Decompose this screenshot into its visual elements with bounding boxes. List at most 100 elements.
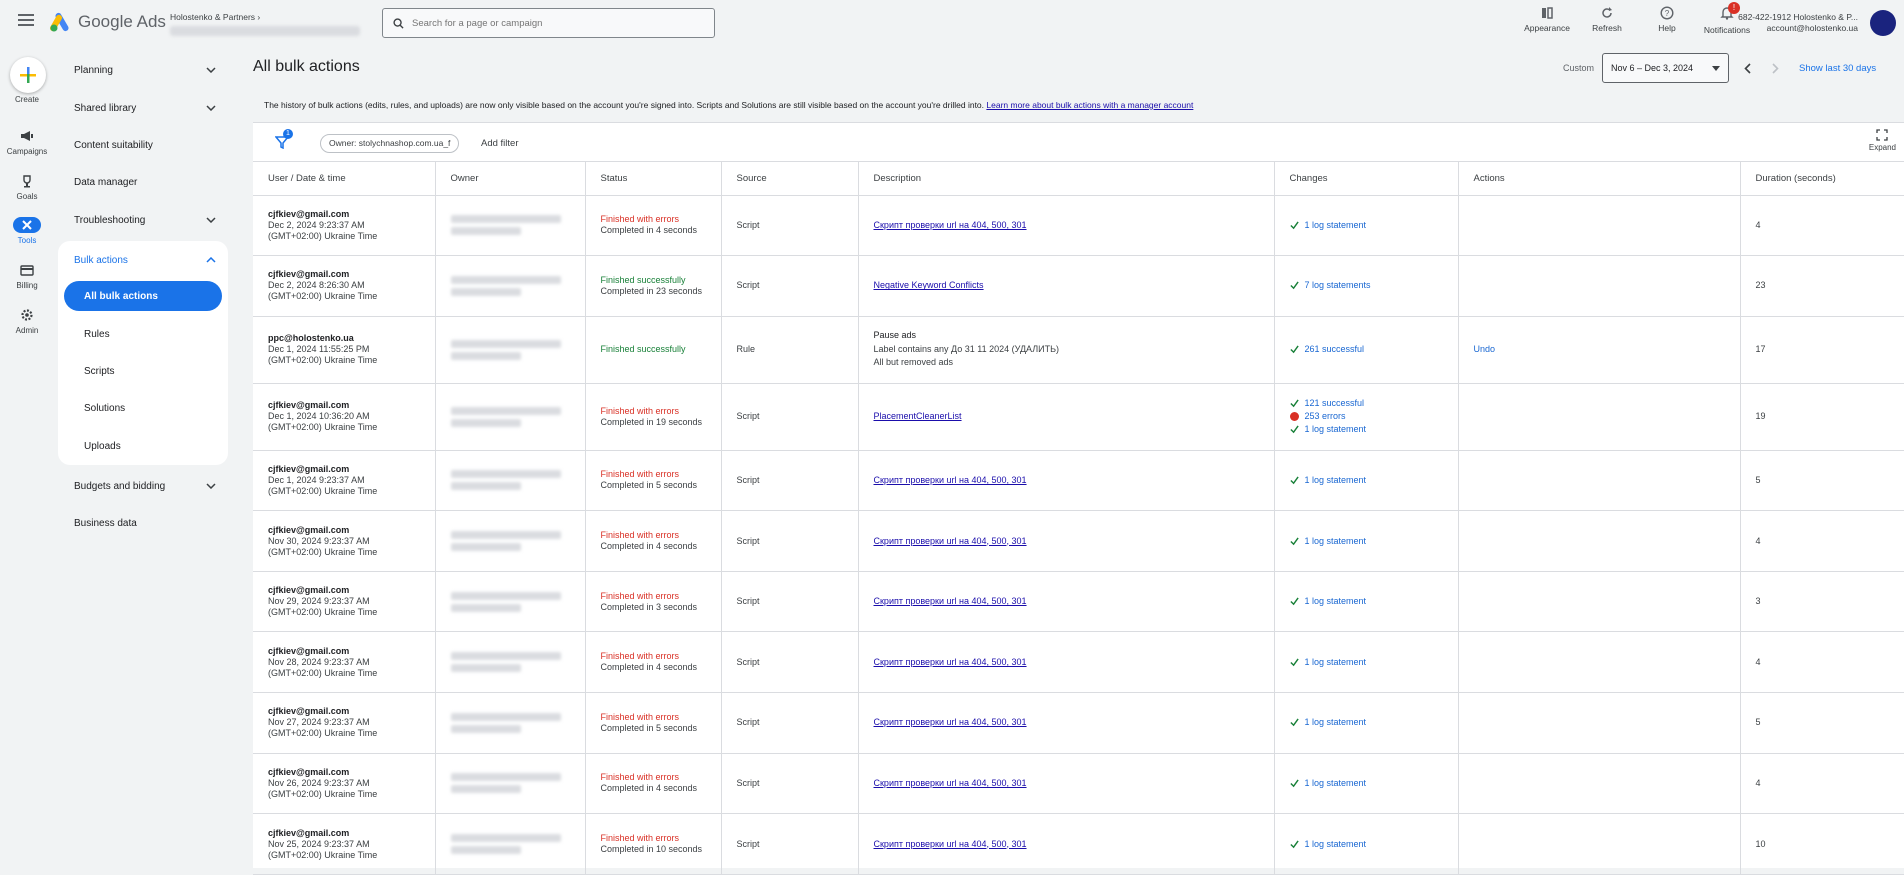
refresh-label: Refresh [1592, 23, 1622, 33]
nav-data-manager[interactable]: Data manager [58, 167, 228, 197]
col-actions[interactable]: Actions [1458, 162, 1741, 196]
change-text: 1 log statement [1304, 535, 1367, 546]
user-email: cjfkiev@gmail.com [268, 400, 350, 411]
cell-description: Скрипт проверки url на 404, 500, 301 [858, 631, 1275, 694]
change-link[interactable]: 7 log statements [1289, 280, 1458, 291]
search-input[interactable] [412, 17, 692, 29]
col-owner[interactable]: Owner [435, 162, 586, 196]
check-icon [1289, 537, 1299, 545]
date-next-button[interactable] [1765, 58, 1785, 78]
appearance-button[interactable]: Appearance [1524, 6, 1570, 35]
rail-admin[interactable]: Admin [0, 307, 54, 335]
change-link[interactable]: 253 errors [1289, 411, 1458, 422]
owner-blurred [450, 470, 561, 479]
menu-icon[interactable] [18, 14, 34, 28]
cell-actions [1458, 383, 1741, 451]
nav-budgets-label: Budgets and bidding [74, 480, 166, 492]
change-link[interactable]: 1 log statement [1289, 219, 1458, 231]
date-prev-button[interactable] [1737, 58, 1757, 78]
sub-solutions[interactable]: Solutions [64, 393, 222, 423]
nav-planning[interactable]: Planning [58, 55, 228, 85]
rail-goals[interactable]: Goals [0, 173, 54, 201]
help-button[interactable]: ? Help [1644, 6, 1690, 35]
col-description[interactable]: Description [858, 162, 1275, 196]
account-id-blurred [170, 26, 360, 36]
description-link[interactable]: Скрипт проверки url на 404, 500, 301 [874, 717, 1027, 727]
completed-text: Completed in 23 seconds [600, 285, 703, 296]
expand-button[interactable]: Expand [1869, 129, 1896, 152]
cell-status: Finished with errors Completed in 10 seco… [585, 813, 722, 875]
change-link[interactable]: 1 log statement [1289, 657, 1458, 668]
change-link[interactable]: 1 log statement [1289, 839, 1458, 850]
col-changes[interactable]: Changes [1274, 162, 1459, 196]
change-link[interactable]: 121 successful [1289, 398, 1458, 409]
col-user-date[interactable]: User / Date & time [253, 162, 436, 196]
search-box[interactable] [382, 8, 715, 38]
change-text: 1 log statement [1304, 219, 1367, 230]
notice-learn-more-link[interactable]: Learn more about bulk actions with a man… [986, 100, 1193, 110]
nav-budgets-bidding[interactable]: Budgets and bidding [58, 471, 228, 501]
rail-tools[interactable]: Tools [0, 217, 54, 245]
col-duration[interactable]: Duration (seconds) [1740, 162, 1904, 196]
add-filter-button[interactable]: Add filter [481, 138, 519, 149]
description-link[interactable]: Скрипт проверки url на 404, 500, 301 [874, 778, 1027, 788]
status-text: Finished successfully [600, 274, 686, 285]
change-link[interactable]: 1 log statement [1289, 596, 1458, 607]
cell-changes: 1 log statement [1274, 510, 1459, 572]
chevron-down-icon [206, 105, 216, 111]
change-link[interactable]: 1 log statement [1289, 717, 1458, 728]
cell-actions [1458, 510, 1741, 572]
sub-all-bulk-actions[interactable]: All bulk actions [64, 281, 222, 311]
rail-campaigns[interactable]: Campaigns [0, 128, 54, 156]
create-button[interactable] [10, 57, 46, 93]
cell-changes: 1 log statement [1274, 753, 1459, 815]
google-ads-logo[interactable]: Google Ads [50, 12, 166, 32]
sub-rules[interactable]: Rules [64, 319, 222, 349]
description-link[interactable]: Скрипт проверки url на 404, 500, 301 [874, 596, 1027, 606]
col-status[interactable]: Status [585, 162, 722, 196]
rail-billing[interactable]: Billing [0, 262, 54, 290]
change-link[interactable]: 1 log statement [1289, 475, 1458, 486]
undo-button[interactable]: Undo [1474, 344, 1496, 354]
description-link[interactable]: PlacementCleanerList [874, 411, 962, 421]
description-link[interactable]: Скрипт проверки url на 404, 500, 301 [874, 839, 1027, 849]
change-link[interactable]: 1 log statement [1289, 424, 1458, 435]
date-range-picker[interactable]: Nov 6 – Dec 3, 2024 [1602, 53, 1730, 83]
account-switcher[interactable]: Holostenko & Partners › [170, 12, 360, 36]
row-date: Nov 25, 2024 9:23:37 AM [268, 838, 370, 849]
nav-troubleshooting[interactable]: Troubleshooting [58, 205, 228, 235]
change-link[interactable]: 261 successful [1289, 344, 1458, 355]
cell-changes: 1 log statement [1274, 692, 1459, 754]
refresh-button[interactable]: Refresh [1584, 6, 1630, 35]
row-date: Nov 27, 2024 9:23:37 AM [268, 717, 370, 728]
description-link[interactable]: Скрипт проверки url на 404, 500, 301 [874, 220, 1027, 230]
sub-uploads[interactable]: Uploads [64, 431, 222, 461]
avatar[interactable] [1870, 10, 1896, 36]
bulk-actions-table-card: 1 Owner: stolychnashop.com.ua_f Add filt… [253, 122, 1904, 875]
notice-text: The history of bulk actions (edits, rule… [264, 100, 985, 110]
cell-duration: 4 [1740, 753, 1904, 815]
description-link[interactable]: Negative Keyword Conflicts [874, 280, 984, 290]
change-link[interactable]: 1 log statement [1289, 535, 1458, 547]
col-source[interactable]: Source [721, 162, 859, 196]
owner-filter-chip[interactable]: Owner: stolychnashop.com.ua_f [320, 134, 460, 153]
nav-bulk-actions[interactable]: Bulk actions [58, 245, 228, 275]
show-last-30-days-link[interactable]: Show last 30 days [1799, 63, 1876, 74]
cell-source: Script [721, 195, 859, 257]
nav-content-suitability[interactable]: Content suitability [58, 130, 228, 160]
description-link[interactable]: Скрипт проверки url на 404, 500, 301 [874, 475, 1027, 485]
completed-text: Completed in 4 seconds [600, 662, 698, 673]
cell-source: Script [721, 571, 859, 633]
change-text: 1 log statement [1304, 777, 1367, 788]
description-link[interactable]: Скрипт проверки url на 404, 500, 301 [874, 657, 1027, 667]
user-email: cjfkiev@gmail.com [268, 269, 350, 280]
change-link[interactable]: 1 log statement [1289, 777, 1458, 789]
cell-description: Скрипт проверки url на 404, 500, 301 [858, 450, 1275, 512]
nav-business-data[interactable]: Business data [58, 508, 228, 538]
sub-scripts[interactable]: Scripts [64, 356, 222, 386]
account-info[interactable]: 682-422-1912 Holostenko & P... account@h… [1738, 12, 1858, 34]
table-row: cjfkiev@gmail.com Dec 2, 2024 8:26:30 AM(… [253, 255, 1904, 317]
nav-shared-library[interactable]: Shared library [58, 93, 228, 123]
cell-source: Script [721, 813, 859, 875]
description-link[interactable]: Скрипт проверки url на 404, 500, 301 [874, 536, 1027, 546]
